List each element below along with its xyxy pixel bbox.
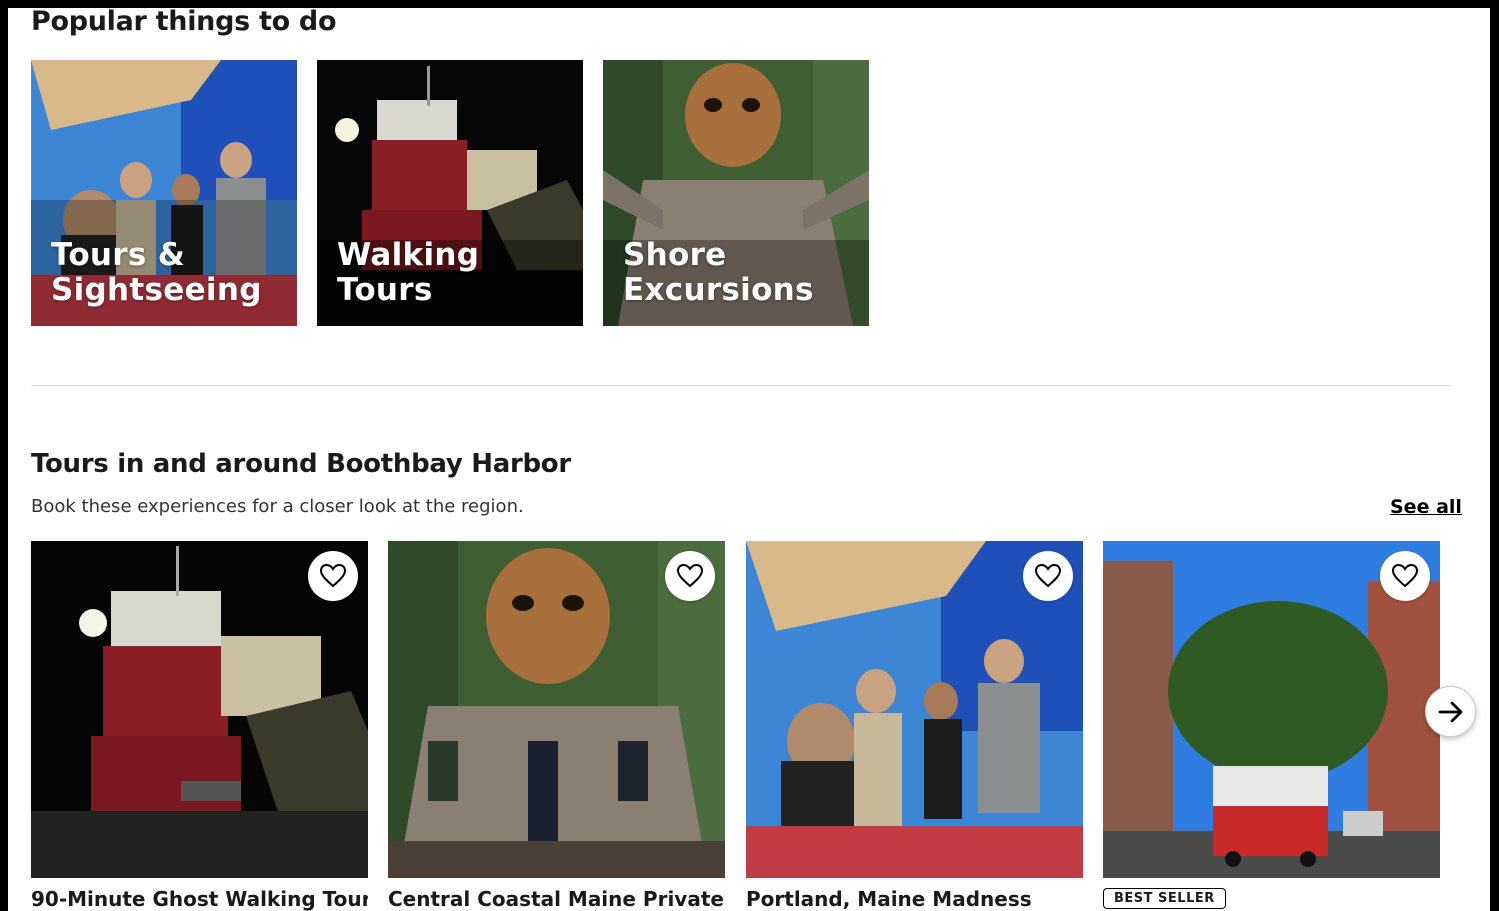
category-tile-tours-sightseeing[interactable]: Tours & Sightseeing [31,60,297,326]
category-label: Walking Tours [337,237,480,308]
arrow-right-icon [1438,701,1462,722]
tour-title[interactable]: Portland, Maine Madness [746,887,1083,911]
category-label: Shore Excursions [623,237,814,308]
heart-icon [320,564,346,588]
heart-icon [1392,564,1418,588]
heart-icon [677,564,703,588]
tour-title[interactable]: Central Coastal Maine Private [388,887,725,911]
category-tile-walking-tours[interactable]: Walking Tours [317,60,583,326]
section-divider [31,385,1451,386]
save-wishlist-button[interactable] [308,551,358,601]
best-seller-badge: BEST SELLER [1103,888,1226,909]
page: Popular things to do Tours & Sightseeing [8,8,1490,911]
save-wishlist-button[interactable] [1023,551,1073,601]
carousel-next-button[interactable] [1425,686,1476,737]
category-tile-shore-excursions[interactable]: Shore Excursions [603,60,869,326]
category-label: Tours & Sightseeing [51,237,262,308]
tour-title[interactable]: 90-Minute Ghost Walking Tour in [31,887,368,911]
tour-card[interactable]: Portland, Maine Madness [746,541,1083,911]
save-wishlist-button[interactable] [665,551,715,601]
see-all-link[interactable]: See all [1390,496,1462,518]
tour-card[interactable]: BEST SELLER [1103,541,1440,911]
tour-card[interactable]: 90-Minute Ghost Walking Tour in [31,541,368,911]
tours-section-subtitle: Book these experiences for a closer look… [31,496,524,517]
tour-card[interactable]: Central Coastal Maine Private [388,541,725,911]
save-wishlist-button[interactable] [1380,551,1430,601]
heart-icon [1035,564,1061,588]
popular-section-title: Popular things to do [31,8,337,37]
tours-section-title: Tours in and around Boothbay Harbor [31,449,571,479]
